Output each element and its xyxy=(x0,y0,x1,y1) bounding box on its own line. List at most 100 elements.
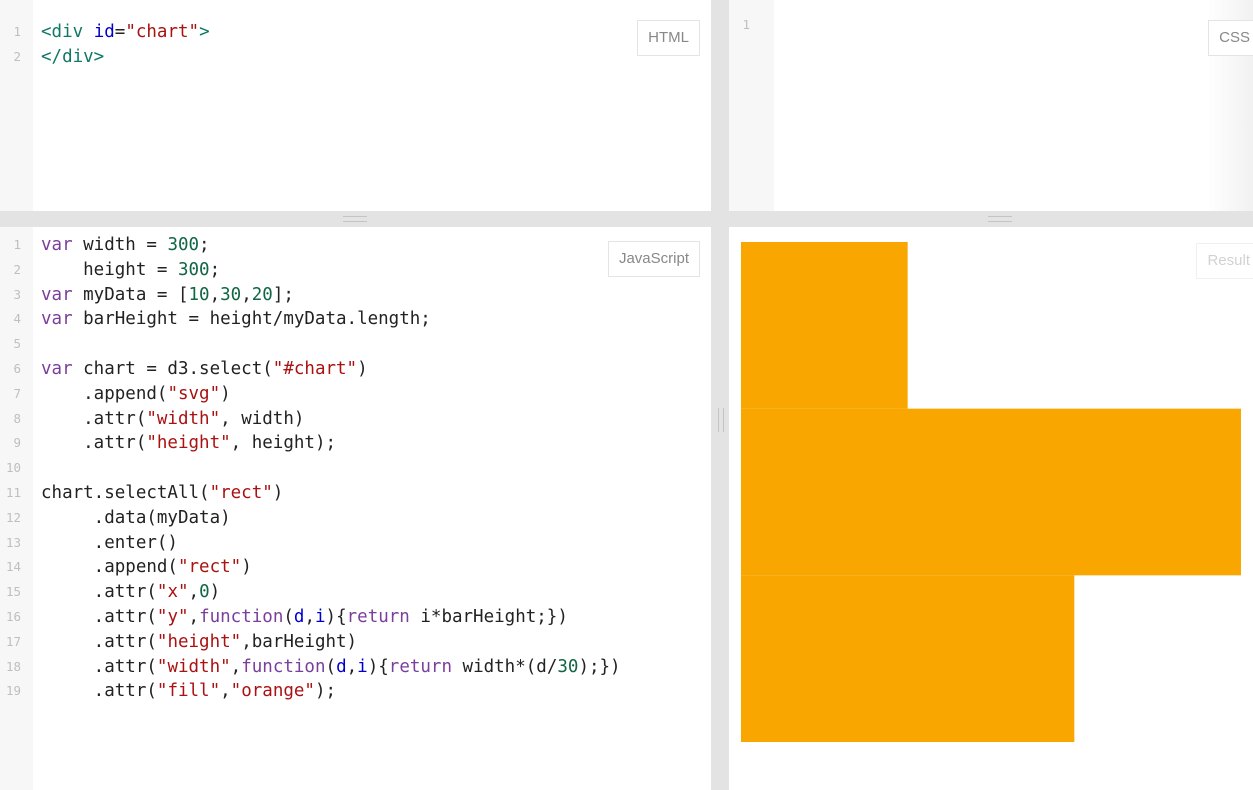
code-token: "x" xyxy=(156,582,189,603)
line-number: 9 xyxy=(13,435,21,451)
code-token: .attr( xyxy=(41,433,147,454)
code-token: function xyxy=(199,606,284,627)
code-token: ) xyxy=(209,582,221,603)
code-token: ( xyxy=(325,656,337,677)
code-text: var myData = [10,30,20]; xyxy=(41,283,294,308)
code-token: height = xyxy=(41,259,178,280)
line-number: 1 xyxy=(13,237,21,252)
code-line[interactable]: 2 </div> xyxy=(0,45,711,70)
code-token: .attr( xyxy=(41,408,147,429)
code-line[interactable]: 6 var chart = d3.select("#chart") xyxy=(0,357,711,382)
code-text: var width = 300; xyxy=(41,233,210,258)
code-line[interactable]: 1 xyxy=(729,13,1253,38)
code-token: .append( xyxy=(41,383,168,404)
code-token: = xyxy=(114,22,126,42)
javascript-code[interactable]: 1 var width = 300; 2 height = 300; 3 var myD… xyxy=(0,233,711,704)
code-line[interactable]: 19 .attr("fill","orange"); xyxy=(0,679,711,704)
code-line[interactable]: 5 xyxy=(0,332,711,357)
code-token: , width) xyxy=(220,408,305,429)
code-line[interactable]: 8 .attr("width", width) xyxy=(0,407,711,432)
code-text: var barHeight = height/myData.length; xyxy=(41,307,431,332)
code-token: "fill" xyxy=(156,681,221,702)
code-line[interactable]: 14 .append("rect") xyxy=(0,555,711,580)
code-line[interactable]: 11 chart.selectAll("rect") xyxy=(0,481,711,506)
code-line[interactable]: 17 .attr("height",barHeight) xyxy=(0,630,711,655)
javascript-editor-panel[interactable]: 1 var width = 300; 2 height = 300; 3 var myD… xyxy=(0,227,711,790)
bar-3 xyxy=(741,575,1075,742)
css-editor-panel[interactable]: 1 CSS xyxy=(729,0,1253,211)
code-token: > xyxy=(199,22,210,42)
vertical-resize-handle[interactable] xyxy=(718,408,724,432)
code-token: .append( xyxy=(41,557,178,578)
bar-2 xyxy=(741,408,1241,576)
code-text: <div id="chart"> xyxy=(41,20,210,45)
horizontal-resize-handle-right[interactable] xyxy=(988,216,1012,222)
bar-1 xyxy=(741,242,908,409)
code-line[interactable]: 16 .attr("y",function(d,i){return i*barH… xyxy=(0,605,711,630)
code-token: "width" xyxy=(146,408,221,429)
line-number: 12 xyxy=(5,509,21,525)
code-line[interactable]: 13 .enter() xyxy=(0,531,711,556)
code-token: ; xyxy=(199,235,210,255)
line-number: 8 xyxy=(13,410,21,426)
code-token: , xyxy=(241,284,252,305)
code-text: .append("rect") xyxy=(41,555,252,580)
code-token: barHeight = height/myData.length; xyxy=(72,309,431,330)
code-token: 300 xyxy=(177,259,210,280)
code-line[interactable]: 10 xyxy=(0,456,711,481)
code-token: function xyxy=(241,656,326,677)
css-code[interactable]: 1 xyxy=(729,13,1253,38)
code-text: .attr("y",function(d,i){return i*barHeig… xyxy=(41,605,568,630)
code-token: var xyxy=(41,358,73,379)
line-number: 7 xyxy=(13,385,21,401)
code-token: "svg" xyxy=(167,383,221,404)
result-panel-label: Result xyxy=(1196,243,1253,279)
code-text: .attr("width",function(d,i){return width… xyxy=(41,655,621,680)
html-editor-panel[interactable]: 1 <div id="chart"> 2 </div> HTML xyxy=(0,0,711,211)
code-text: height = 300; xyxy=(41,258,220,283)
code-line[interactable]: 1 var width = 300; xyxy=(0,233,711,258)
code-token: , height); xyxy=(230,433,337,454)
code-token: <div xyxy=(41,22,94,42)
code-line[interactable]: 4 var barHeight = height/myData.length; xyxy=(0,307,711,332)
code-text: .attr("height", height); xyxy=(41,431,336,456)
code-line[interactable]: 7 .append("svg") xyxy=(0,382,711,407)
code-token: width*(d/ xyxy=(452,656,558,677)
code-line[interactable]: 3 var myData = [10,30,20]; xyxy=(0,283,711,308)
line-number: 6 xyxy=(13,360,21,376)
code-text: .enter() xyxy=(41,531,178,556)
line-number: 2 xyxy=(13,261,21,277)
code-token: return xyxy=(346,606,410,627)
line-number: 5 xyxy=(13,336,21,352)
code-line[interactable]: 2 height = 300; xyxy=(0,258,711,283)
result-bar-chart xyxy=(741,242,1241,742)
code-token: ) xyxy=(272,482,284,503)
line-number: 1 xyxy=(13,24,21,39)
code-text: .attr("width", width) xyxy=(41,407,304,432)
code-line[interactable]: 12 .data(myData) xyxy=(0,506,711,531)
html-code[interactable]: 1 <div id="chart"> 2 </div> xyxy=(0,20,711,70)
code-token: return xyxy=(388,656,452,677)
css-panel-label: CSS xyxy=(1208,20,1253,56)
horizontal-resize-handle-left[interactable] xyxy=(343,216,367,222)
code-token: 10 xyxy=(188,284,210,305)
code-line[interactable]: 9 .attr("height", height); xyxy=(0,431,711,456)
code-token: , xyxy=(304,606,315,627)
code-token: ( xyxy=(283,606,294,627)
code-token: width = xyxy=(72,235,168,255)
code-token: chart.selectAll( xyxy=(41,482,210,503)
line-number: 14 xyxy=(5,559,21,575)
line-number: 19 xyxy=(5,683,21,699)
result-panel: Result xyxy=(729,227,1253,790)
code-text: chart.selectAll("rect") xyxy=(41,481,283,506)
code-line[interactable]: 1 <div id="chart"> xyxy=(0,20,711,45)
line-number: 2 xyxy=(13,48,21,64)
code-token: id xyxy=(93,22,115,42)
code-line[interactable]: 15 .attr("x",0) xyxy=(0,580,711,605)
code-token: "height" xyxy=(156,631,242,652)
code-line[interactable]: 18 .attr("width",function(d,i){return wi… xyxy=(0,655,711,680)
code-token: ,barHeight) xyxy=(241,631,358,652)
code-token: d xyxy=(336,656,347,677)
code-text: .attr("fill","orange"); xyxy=(41,679,336,704)
code-token: "#chart" xyxy=(272,358,358,379)
